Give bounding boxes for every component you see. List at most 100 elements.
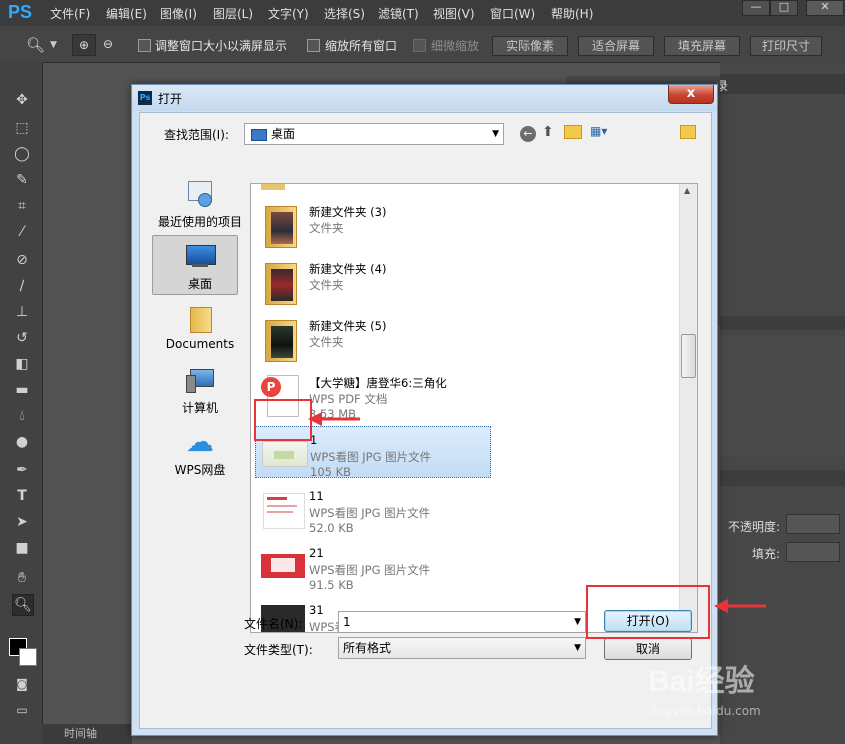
right-panels: 历史记录 不透明度: 填充: — [680, 62, 845, 744]
tools-panel: ✥ ⬚ ◯ ✎ ⌗ ⁄ ⊘ ∕ ⊥ ↺ ◧ ▬ 💧︎ ● ✒ T ➤ ■ ✋︎ … — [0, 62, 43, 744]
fill-input[interactable] — [786, 542, 840, 562]
filename-value: 1 — [343, 615, 351, 629]
filetype-label: 文件类型(T): — [244, 643, 313, 657]
new-folder-icon[interactable] — [564, 125, 582, 139]
quick-select-tool-icon[interactable]: ✎ — [12, 170, 32, 190]
back-icon[interactable]: ← — [520, 126, 536, 142]
dodge-tool-icon[interactable]: ● — [12, 432, 32, 452]
pen-tool-icon[interactable]: ✒ — [12, 460, 32, 480]
place-label: WPS网盘 — [174, 463, 226, 477]
photoshop-logo: PS — [8, 2, 33, 22]
menu-layer[interactable]: 图层(L) — [213, 5, 253, 22]
computer-icon — [184, 365, 216, 395]
zoom-tool-icon[interactable]: 🔍︎ — [26, 36, 45, 54]
menu-bar: PS 文件(F) 编辑(E) 图像(I) 图层(L) 文字(Y) 选择(S) 滤… — [0, 0, 845, 26]
recent-items-icon — [184, 179, 216, 209]
look-in-value: 桌面 — [271, 127, 296, 141]
view-menu-icon[interactable]: ▦▾ — [590, 124, 607, 138]
file-list[interactable]: 新建文件夹 (3) 文件夹 新建文件夹 (4) 文件夹 新建文件夹 (5) 文件… — [250, 183, 698, 633]
list-item[interactable]: 11 WPS看图 JPG 图片文件 52.0 KB — [255, 483, 491, 535]
menu-edit[interactable]: 编辑(E) — [106, 5, 147, 22]
list-item[interactable]: 新建文件夹 (5) 文件夹 — [255, 312, 491, 364]
menu-view[interactable]: 视图(V) — [433, 5, 475, 22]
zoom-out-icon[interactable]: ⊖ — [98, 34, 118, 54]
photoshop-small-icon: Ps — [138, 91, 152, 105]
lasso-tool-icon[interactable]: ◯ — [12, 144, 32, 164]
marquee-tool-icon[interactable]: ⬚ — [12, 118, 32, 138]
filename-combo[interactable]: 1 ▼ — [338, 611, 586, 633]
chevron-down-icon: ▼ — [574, 617, 581, 627]
menu-file[interactable]: 文件(F) — [50, 5, 90, 22]
list-item[interactable]: 新建文件夹 (3) 文件夹 — [255, 198, 491, 250]
quick-mask-icon[interactable]: ◙ — [12, 674, 32, 694]
history-brush-tool-icon[interactable]: ↺ — [12, 328, 32, 348]
dialog-close-button[interactable]: x — [668, 85, 714, 104]
eraser-tool-icon[interactable]: ◧ — [12, 354, 32, 374]
watermark-url: jingyan.baidu.com — [650, 704, 761, 718]
zoom-in-icon[interactable]: ⊕ — [72, 34, 96, 56]
fit-screen-button[interactable]: 适合屏幕 — [578, 36, 654, 56]
shape-tool-icon[interactable]: ■ — [12, 538, 32, 558]
scrollbar-thumb[interactable] — [681, 334, 696, 378]
brush-tool-icon[interactable]: ∕ — [12, 276, 32, 296]
place-label: 计算机 — [181, 401, 218, 415]
zoom-all-windows-label: 缩放所有窗口 — [325, 39, 398, 53]
maximize-button[interactable]: □ — [770, 0, 798, 16]
filetype-combo[interactable]: 所有格式 ▼ — [338, 637, 586, 659]
look-in-combo[interactable]: 桌面 ▼ — [244, 123, 504, 145]
close-window-button[interactable]: ✕ — [806, 0, 844, 16]
background-color-swatch[interactable] — [19, 648, 37, 666]
image-thumbnail — [259, 487, 305, 531]
up-folder-icon[interactable]: ⬆ — [542, 124, 554, 140]
place-label: Documents — [165, 337, 235, 351]
scrubby-zoom-label: 细微缩放 — [431, 39, 480, 53]
scroll-up-icon[interactable]: ▲ — [684, 186, 690, 195]
look-in-label: 查找范围(I): — [164, 128, 229, 142]
favorite-folder-icon[interactable] — [680, 125, 696, 139]
filetype-value: 所有格式 — [343, 641, 392, 655]
type-tool-icon[interactable]: T — [12, 486, 32, 506]
stamp-tool-icon[interactable]: ⊥ — [12, 302, 32, 322]
places-bar: 最近使用的项目 桌面 Documents 计算机 ☁ WPS网盘 — [152, 179, 248, 719]
annotation-arrow-left-icon — [308, 412, 360, 426]
healing-brush-tool-icon[interactable]: ⊘ — [12, 250, 32, 270]
path-select-tool-icon[interactable]: ➤ — [12, 512, 32, 532]
move-tool-icon[interactable]: ✥ — [12, 90, 32, 110]
desktop-small-icon — [251, 128, 267, 141]
scrubby-zoom-checkbox[interactable] — [413, 39, 426, 52]
cloud-icon: ☁ — [186, 425, 214, 458]
resize-windows-label: 调整窗口大小以满屏显示 — [155, 39, 288, 53]
dialog-title: 打开 — [158, 92, 183, 106]
menu-help[interactable]: 帮助(H) — [551, 5, 593, 22]
chevron-down-icon[interactable]: ▼ — [50, 40, 57, 50]
screen-mode-icon[interactable]: ▭ — [12, 700, 32, 720]
eyedropper-tool-icon[interactable]: ⁄ — [12, 222, 32, 242]
menu-select[interactable]: 选择(S) — [324, 5, 365, 22]
list-item[interactable]: 21 WPS看图 JPG 图片文件 91.5 KB — [255, 540, 491, 592]
desktop-icon — [184, 241, 216, 271]
place-label: 桌面 — [187, 277, 212, 291]
menu-window[interactable]: 窗口(W) — [490, 5, 535, 22]
opacity-input[interactable] — [786, 514, 840, 534]
annotation-highlight-thumbnail — [254, 399, 312, 441]
menu-image[interactable]: 图像(I) — [160, 5, 197, 22]
folder-icon — [184, 303, 216, 333]
list-item[interactable]: 新建文件夹 (4) 文件夹 — [255, 255, 491, 307]
image-thumbnail — [259, 544, 305, 588]
resize-windows-checkbox[interactable] — [138, 39, 151, 52]
gradient-tool-icon[interactable]: ▬ — [12, 380, 32, 400]
minimize-button[interactable]: — — [742, 0, 770, 16]
menu-filter[interactable]: 滤镜(T) — [378, 5, 419, 22]
annotation-arrow-left-icon — [714, 599, 766, 613]
blur-tool-icon[interactable]: 💧︎ — [12, 406, 32, 426]
vertical-scrollbar[interactable]: ▲ ▼ — [679, 184, 697, 632]
fill-screen-button[interactable]: 填充屏幕 — [664, 36, 740, 56]
actual-pixels-button[interactable]: 实际像素 — [492, 36, 568, 56]
zoom-tool-active-icon[interactable]: 🔍︎ — [12, 594, 34, 616]
menu-type[interactable]: 文字(Y) — [268, 5, 309, 22]
hand-tool-icon[interactable]: ✋︎ — [12, 568, 32, 588]
timeline-tab[interactable]: 时间轴 — [42, 724, 132, 744]
crop-tool-icon[interactable]: ⌗ — [12, 196, 32, 216]
zoom-all-windows-checkbox[interactable] — [307, 39, 320, 52]
print-size-button[interactable]: 打印尺寸 — [750, 36, 822, 56]
